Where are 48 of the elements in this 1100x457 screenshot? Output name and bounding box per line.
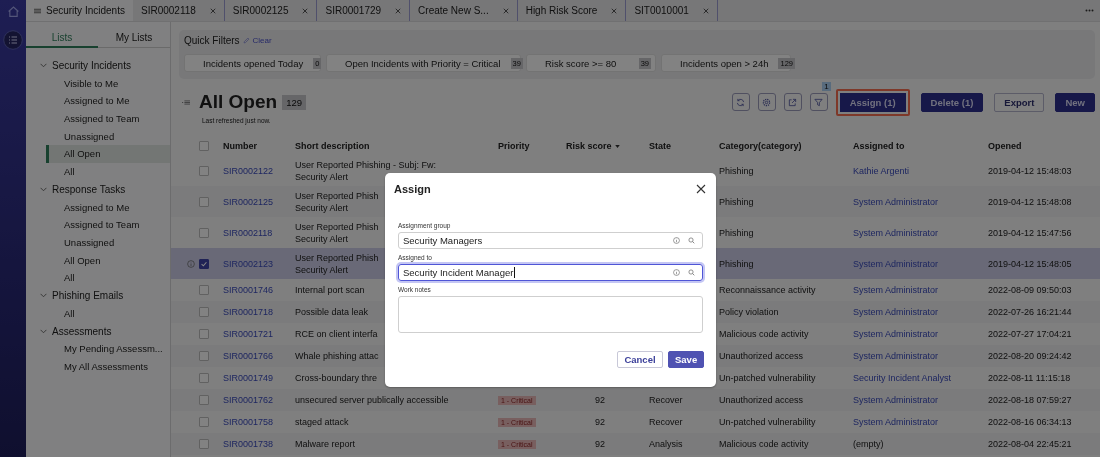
table-cell: 2022-08-11 11:15:18 [988, 373, 1071, 383]
table-cell: User Reported Phish Security Alert [295, 221, 379, 244]
table-cell: 2022-08-04 22:45:21 [988, 439, 1072, 449]
table-cell: Phishing [719, 258, 754, 269]
table-cell: 2022-08-18 07:59:27 [988, 395, 1072, 405]
table-cell: Recover [649, 417, 683, 427]
table-cell: User Reported Phishing - Subj: Fw: Security Alert [295, 159, 437, 182]
table-cell: Possible data leak [295, 307, 369, 317]
table-cell: 2022-07-26 16:21:44 [988, 307, 1072, 317]
table-cell: 2022-08-09 09:50:03 [988, 285, 1072, 295]
table-cell: Malicious code activity [719, 329, 809, 339]
table-cell: 2019-04-12 15:48:03 [988, 165, 1072, 176]
table-cell: 2019-04-12 15:47:56 [988, 227, 1072, 238]
table-cell: Policy violation [719, 307, 779, 317]
table-cell: 92 [595, 395, 605, 405]
table-cell: Phishing [719, 165, 754, 176]
table-cell: 2019-04-12 15:48:05 [988, 258, 1072, 269]
dialog-title: Assign [394, 183, 431, 195]
panel-title: Quick Filters [184, 34, 240, 46]
table-cell: 2022-08-16 06:34:13 [988, 417, 1072, 427]
table-cell: Whale phishing attac [295, 351, 379, 361]
table-cell: User Reported Phish Security Alert [295, 252, 379, 275]
table-cell: Un-patched vulnerability [719, 417, 816, 427]
table-cell: Analysis [649, 439, 683, 449]
table-cell: 2022-08-20 09:24:42 [988, 351, 1072, 361]
table-cell: Unauthorized access [719, 351, 804, 361]
table-cell: Unauthorized access [719, 395, 804, 405]
table-cell: Phishing [719, 196, 754, 207]
table-cell: 92 [595, 417, 605, 427]
table-cell: 2022-07-27 17:04:21 [988, 329, 1072, 339]
table-cell: unsecured server publically accessible [295, 395, 449, 405]
table-cell: RCE on client interfa [295, 329, 378, 339]
table-cell: User Reported Phish Security Alert [295, 190, 379, 213]
count-badge: 129 [282, 94, 306, 110]
table-cell: Internal port scan [295, 285, 365, 295]
filter-count-badge: 1 [822, 82, 831, 91]
table-cell: Cross-boundary thre [295, 373, 378, 383]
table-cell: Recover [649, 395, 683, 405]
table-cell: (empty) [853, 439, 884, 449]
list-title: All Open [199, 91, 278, 113]
table-cell: Malicious code activity [719, 439, 809, 449]
table-cell: Reconnaissance activity [719, 285, 816, 295]
table-cell: Un-patched vulnerability [719, 373, 816, 383]
table-cell: staged attack [295, 417, 349, 427]
table-cell: Malware report [295, 439, 356, 449]
table-cell: Phishing [719, 227, 754, 238]
table-cell: 92 [595, 439, 605, 449]
table-cell: 2019-04-12 15:48:08 [988, 196, 1072, 207]
